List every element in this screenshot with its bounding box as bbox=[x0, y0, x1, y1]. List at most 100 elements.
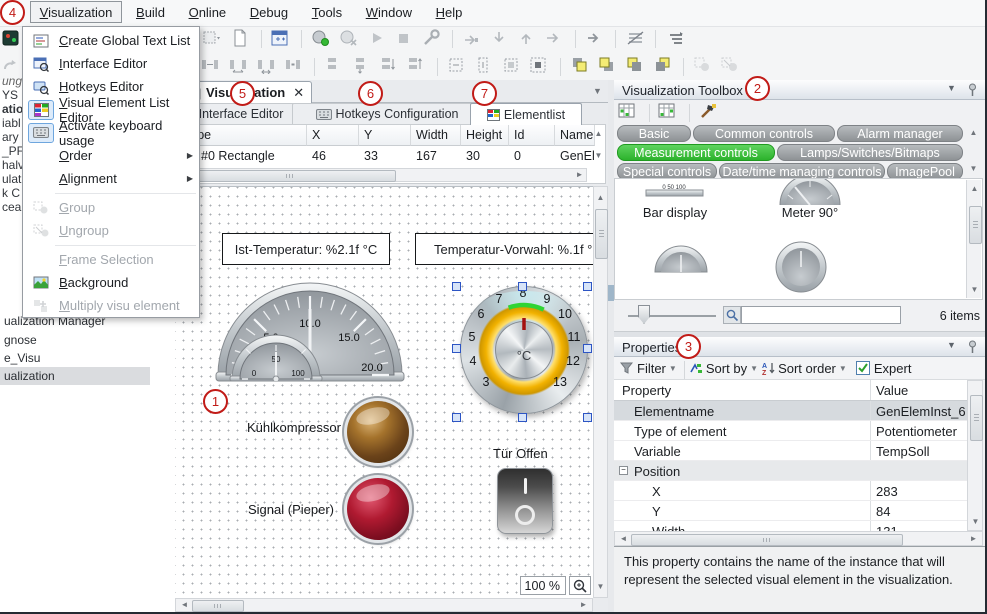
same-height-icon[interactable] bbox=[474, 56, 496, 78]
align-bottom-icon[interactable] bbox=[379, 56, 401, 78]
sort-by-dropdown-icon[interactable]: ▼ bbox=[747, 362, 761, 375]
lamp-kuehlkompressor[interactable] bbox=[347, 401, 409, 463]
col-header-id[interactable]: Id bbox=[509, 125, 555, 146]
scroll-up-icon[interactable]: ▲ bbox=[968, 182, 981, 195]
menuitem-multiply-visu-element[interactable]: Multiply visu element bbox=[23, 294, 199, 317]
meter-180-icon[interactable] bbox=[653, 245, 709, 273]
property-row-y[interactable]: Y84 bbox=[614, 501, 967, 521]
menu-online[interactable]: Online bbox=[179, 1, 237, 23]
center-in-parent-icon[interactable] bbox=[529, 56, 551, 78]
same-size-icon[interactable] bbox=[502, 56, 524, 78]
category-lamps-switches-bitmaps[interactable]: Lamps/Switches/Bitmaps bbox=[777, 144, 963, 161]
category-datetime-controls[interactable]: Date/time managing controls bbox=[719, 163, 885, 178]
toolbox-search-input[interactable] bbox=[741, 306, 901, 324]
menuitem-background[interactable]: Background bbox=[23, 271, 199, 294]
toolbox-item-bar-display[interactable]: Bar display bbox=[625, 205, 725, 220]
element-repository-icon[interactable] bbox=[270, 28, 292, 50]
toolbox-vscrollbar-thumb[interactable] bbox=[969, 206, 982, 244]
scroll-down-icon[interactable]: ▼ bbox=[594, 580, 607, 593]
properties-vscrollbar[interactable]: ▼ bbox=[967, 380, 983, 531]
canvas-vscrollbar-thumb[interactable] bbox=[595, 209, 608, 259]
properties-hscrollbar-thumb[interactable] bbox=[631, 534, 903, 546]
col-header-name[interactable]: Name bbox=[555, 125, 595, 146]
subtab-hotkeys-configuration[interactable]: Hotkeys Configuration bbox=[292, 103, 482, 125]
scroll-right-icon[interactable]: ► bbox=[577, 599, 590, 612]
menuitem-create-global-text-list[interactable]: Create Global Text List bbox=[23, 29, 199, 52]
dropdown-chevron-icon[interactable]: ▼ bbox=[947, 340, 956, 350]
grid-header-value[interactable]: Value bbox=[876, 383, 908, 398]
scroll-left-icon[interactable]: ◄ bbox=[617, 533, 630, 546]
ungroup-icon[interactable] bbox=[720, 56, 742, 78]
scroll-down-icon[interactable]: ▼ bbox=[969, 515, 982, 528]
same-width-icon[interactable] bbox=[447, 56, 469, 78]
properties-vscrollbar-thumb[interactable] bbox=[970, 395, 983, 441]
tree-item-fragment[interactable]: ulat bbox=[2, 172, 21, 186]
scroll-down-icon[interactable]: ▼ bbox=[968, 283, 981, 296]
text-element-ist-temperatur[interactable]: Ist-Temperatur: %2.1f °C bbox=[222, 233, 390, 265]
menuitem-activate-keyboard-usage[interactable]: Activate keyboard usage bbox=[23, 121, 199, 144]
sort-by-button[interactable]: Sort by bbox=[706, 361, 747, 376]
grid-header-property[interactable]: Property bbox=[622, 383, 671, 398]
properties-hscrollbar[interactable]: ◄ ► bbox=[614, 531, 983, 546]
menuitem-group[interactable]: Group bbox=[23, 196, 199, 219]
scroll-up-icon[interactable]: ▲ bbox=[594, 191, 607, 204]
menuitem-order[interactable]: Order ▶ bbox=[23, 144, 199, 167]
scroll-right-icon[interactable]: ► bbox=[967, 533, 980, 546]
property-row-width[interactable]: Width131 bbox=[614, 521, 967, 531]
device-icon[interactable] bbox=[1, 28, 23, 50]
sort-order-dropdown-icon[interactable]: ▼ bbox=[836, 362, 850, 375]
col-header-y[interactable]: Y bbox=[359, 125, 411, 146]
menuitem-ungroup[interactable]: Ungroup bbox=[23, 219, 199, 242]
filter-button[interactable]: Filter bbox=[637, 361, 666, 376]
toolbox-vscrollbar[interactable]: ▲ ▼ bbox=[966, 180, 981, 298]
bar-display-icon[interactable]: 0 50 100 bbox=[645, 183, 705, 197]
categories-scroll-up-icon[interactable]: ▲ bbox=[967, 126, 980, 139]
menuitem-alignment[interactable]: Alignment ▶ bbox=[23, 167, 199, 190]
selection-handle[interactable] bbox=[518, 413, 527, 422]
category-measurement-controls[interactable]: Measurement controls bbox=[617, 144, 775, 161]
expert-checkbox[interactable] bbox=[856, 361, 870, 375]
property-row-type[interactable]: Type of elementPotentiometer bbox=[614, 421, 967, 441]
filter-dropdown-icon[interactable]: ▼ bbox=[666, 362, 680, 375]
move-backward-icon[interactable] bbox=[653, 56, 675, 78]
property-row-x[interactable]: X283 bbox=[614, 481, 967, 501]
start-icon[interactable] bbox=[366, 28, 388, 50]
selection-handle[interactable] bbox=[452, 413, 461, 422]
text-element-temperatur-vorwahl[interactable]: Temperatur-Vorwahl: %.1f °C bbox=[415, 233, 593, 265]
insert-table-icon[interactable] bbox=[618, 102, 640, 124]
sort-order-button[interactable]: Sort order bbox=[778, 361, 836, 376]
tree-item-fragment[interactable]: halv bbox=[2, 158, 24, 172]
zoom-level-box[interactable]: 100 % bbox=[520, 576, 566, 595]
property-row-elementname[interactable]: ElementnameGenElemInst_6 bbox=[614, 401, 967, 421]
category-special-controls[interactable]: Special controls bbox=[617, 163, 717, 178]
step-out-icon[interactable] bbox=[516, 28, 538, 50]
search-icon[interactable] bbox=[723, 306, 741, 324]
selection-handle[interactable] bbox=[583, 282, 592, 291]
tab-list-dropdown-icon[interactable]: ▼ bbox=[591, 85, 604, 98]
visualization-canvas[interactable]: Ist-Temperatur: %2.1f °C Temperatur-Vorw… bbox=[175, 186, 593, 599]
tree-item-fragment[interactable]: ary bbox=[2, 130, 19, 144]
tree-item-fragment[interactable]: _PF bbox=[2, 144, 24, 158]
tree-item-fragment[interactable]: atio bbox=[2, 102, 23, 116]
table-hscrollbar-thumb[interactable] bbox=[184, 170, 396, 182]
collapse-icon[interactable]: − bbox=[619, 466, 628, 475]
col-header-x[interactable]: X bbox=[307, 125, 359, 146]
step-into-icon[interactable] bbox=[489, 28, 511, 50]
menu-tools[interactable]: Tools bbox=[302, 1, 352, 23]
tree-item-visualization[interactable]: ualization bbox=[0, 367, 150, 385]
tree-item-fragment[interactable]: cea bbox=[2, 200, 21, 214]
zoom-slider-thumb[interactable] bbox=[638, 305, 650, 324]
group-icon[interactable] bbox=[693, 56, 715, 78]
send-to-back-icon[interactable] bbox=[625, 56, 647, 78]
meter-circle-icon[interactable] bbox=[775, 241, 827, 293]
logout-icon[interactable] bbox=[338, 28, 360, 50]
canvas-vscrollbar[interactable]: ▲ ▼ bbox=[593, 186, 608, 598]
new-page-icon[interactable] bbox=[230, 28, 252, 50]
power-switch-element[interactable] bbox=[497, 468, 553, 534]
tree-item-fragment[interactable]: ung bbox=[2, 74, 22, 88]
next-statement-icon[interactable] bbox=[584, 28, 606, 50]
space-remove-horizontal-icon[interactable] bbox=[283, 56, 305, 78]
canvas-hscrollbar[interactable]: ◄ ► bbox=[175, 598, 593, 612]
table-scroll-down-icon[interactable]: ▼ bbox=[592, 149, 605, 162]
space-equal-horizontal-icon[interactable] bbox=[200, 56, 222, 78]
